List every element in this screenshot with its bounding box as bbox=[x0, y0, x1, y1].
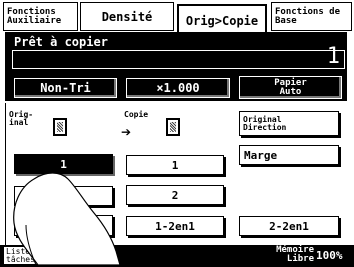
copy-document-icon bbox=[166, 118, 180, 136]
job-list-button[interactable]: Liste des tâches bbox=[3, 246, 59, 265]
zoom-button[interactable]: ×1.000 bbox=[126, 78, 230, 98]
tab-orig-copy[interactable]: Orig>Copie bbox=[177, 4, 267, 35]
paper-button[interactable]: Papier Auto bbox=[239, 76, 342, 99]
copy-2-2in1-button[interactable]: 2-2en1 bbox=[239, 216, 339, 236]
original-2-sided-button[interactable]: 2 bbox=[14, 186, 113, 206]
tab-basic-functions[interactable]: Fonctions de Base bbox=[271, 2, 352, 31]
copy-label: Copie bbox=[124, 110, 149, 119]
original-direction-button[interactable]: Original Direction bbox=[239, 111, 339, 136]
original-1-sided-button[interactable]: 1 bbox=[14, 154, 113, 174]
copy-2-sided-button[interactable]: 2 bbox=[126, 185, 224, 205]
arrow-right-icon: ➔ bbox=[121, 125, 132, 139]
tab-density[interactable]: Densité bbox=[80, 2, 174, 31]
status-message: Prêt à copier bbox=[14, 35, 108, 49]
sort-button[interactable]: Non-Tri bbox=[14, 78, 117, 98]
original-document-icon bbox=[53, 118, 67, 136]
copy-count-frame bbox=[12, 50, 345, 69]
copy-count: 1 bbox=[326, 44, 340, 69]
memory-label: Mémoire Libre bbox=[276, 245, 314, 264]
copier-screen: Fonctions Auxiliaire Densité Orig>Copie … bbox=[0, 0, 354, 267]
original-book-separate-button[interactable]: Livre Sépar bbox=[14, 215, 113, 236]
original-label: Orig- inal bbox=[9, 110, 34, 127]
copy-1-2in1-button[interactable]: 1-2en1 bbox=[126, 216, 224, 236]
memory-value: 100% bbox=[316, 249, 343, 262]
margin-button[interactable]: Marge bbox=[239, 145, 339, 165]
copy-1-sided-button[interactable]: 1 bbox=[126, 155, 224, 175]
tab-auxiliary-functions[interactable]: Fonctions Auxiliaire bbox=[3, 2, 78, 31]
